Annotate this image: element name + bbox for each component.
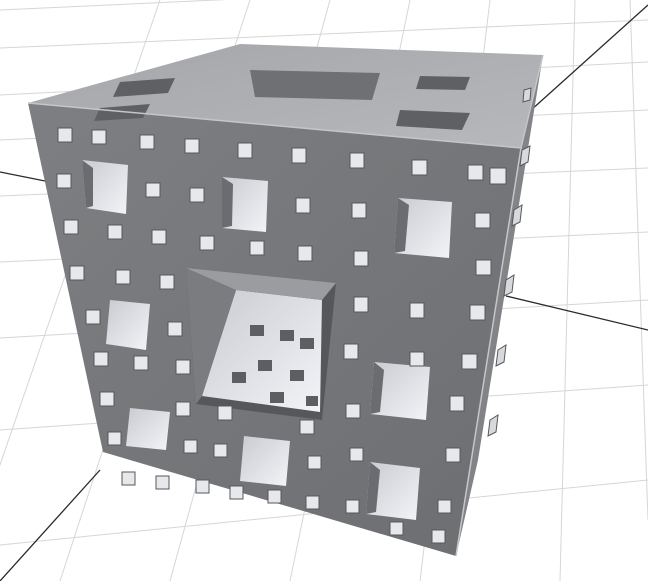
front-center-hole bbox=[186, 268, 336, 420]
3d-viewport[interactable] bbox=[0, 0, 648, 581]
scene-canvas[interactable] bbox=[0, 0, 648, 581]
menger-sponge[interactable] bbox=[27, 44, 544, 557]
